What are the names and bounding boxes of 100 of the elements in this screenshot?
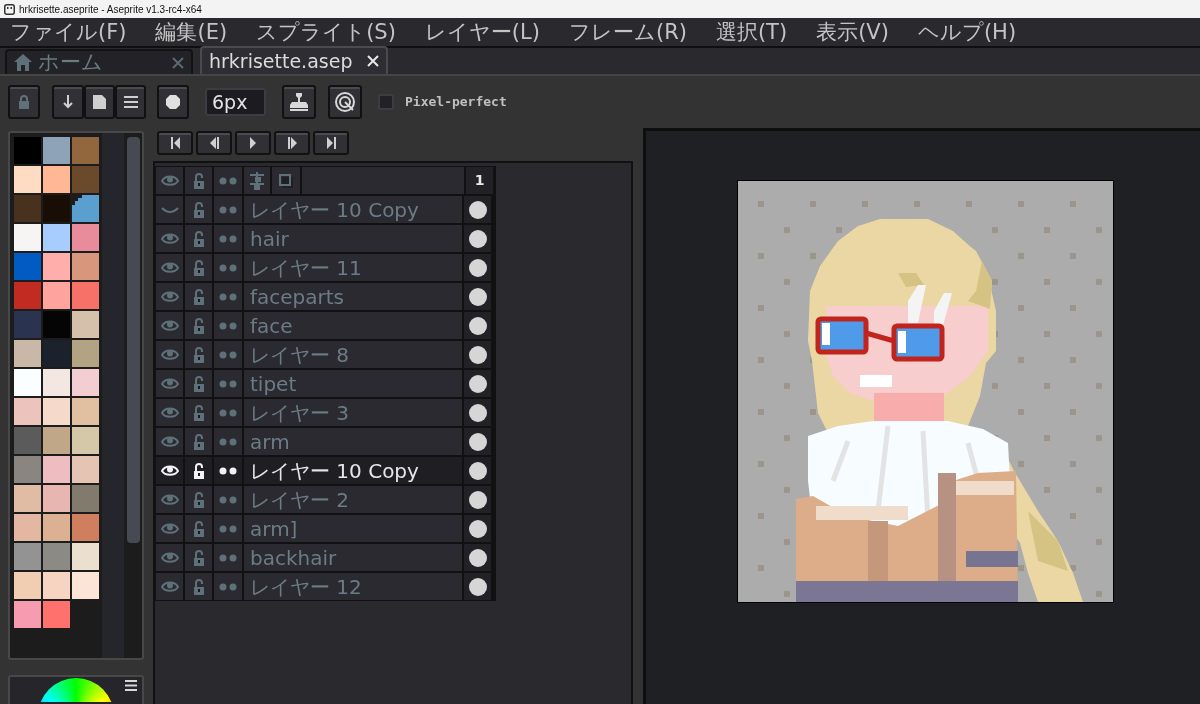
- lock-toggle[interactable]: [185, 428, 212, 455]
- layer-name[interactable]: レイヤー 12: [244, 573, 462, 600]
- color-swatch[interactable]: [43, 369, 70, 396]
- menu-item[interactable]: スプライト(S): [256, 21, 396, 43]
- sprite-canvas[interactable]: [738, 181, 1113, 602]
- color-swatch[interactable]: [14, 340, 41, 367]
- timeline-cel[interactable]: [464, 544, 491, 571]
- lock-toggle[interactable]: [185, 196, 212, 223]
- timeline-cel[interactable]: [464, 283, 491, 310]
- brush-shape-button[interactable]: [157, 85, 189, 119]
- pixel-perfect-checkbox[interactable]: [378, 94, 394, 110]
- layer-name[interactable]: レイヤー 3: [244, 399, 462, 426]
- play-button[interactable]: [235, 131, 271, 155]
- layer-name[interactable]: レイヤー 10 Copy: [244, 457, 462, 484]
- continuous-toggle[interactable]: [214, 457, 242, 484]
- stamp-button[interactable]: [282, 85, 316, 119]
- visibility-toggle[interactable]: [156, 544, 183, 571]
- tab[interactable]: hrkrisette.asep: [200, 46, 388, 74]
- visibility-toggle[interactable]: [156, 225, 183, 252]
- layer-name[interactable]: レイヤー 10 Copy: [244, 196, 462, 223]
- color-swatch[interactable]: [43, 282, 70, 309]
- timeline-cel[interactable]: [464, 399, 491, 426]
- color-swatch[interactable]: [72, 398, 99, 425]
- color-swatch[interactable]: [72, 311, 99, 338]
- layer-name[interactable]: レイヤー 2: [244, 486, 462, 513]
- continuous-toggle[interactable]: [214, 573, 242, 600]
- menu-item[interactable]: 表示(V): [816, 21, 889, 43]
- continuous-toggle[interactable]: [214, 486, 242, 513]
- timeline-cel[interactable]: [464, 486, 491, 513]
- layer-name[interactable]: レイヤー 8: [244, 341, 462, 368]
- timeline-cel[interactable]: [464, 457, 491, 484]
- lock-column-button[interactable]: [185, 167, 212, 194]
- continuous-toggle[interactable]: [214, 225, 242, 252]
- color-swatch[interactable]: [72, 282, 99, 309]
- visibility-toggle[interactable]: [156, 254, 183, 281]
- color-swatch[interactable]: [14, 485, 41, 512]
- color-swatch[interactable]: [72, 340, 99, 367]
- lock-toggle[interactable]: [185, 312, 212, 339]
- layer-name[interactable]: arm: [244, 428, 462, 455]
- color-swatch[interactable]: [14, 572, 41, 599]
- menu-item[interactable]: フレーム(R): [568, 21, 687, 43]
- lock-toggle[interactable]: [185, 573, 212, 600]
- visibility-toggle[interactable]: [156, 370, 183, 397]
- continuous-toggle[interactable]: [214, 254, 242, 281]
- visibility-toggle[interactable]: [156, 399, 183, 426]
- visibility-toggle[interactable]: [156, 515, 183, 542]
- color-swatch[interactable]: [43, 456, 70, 483]
- color-swatch[interactable]: [14, 311, 41, 338]
- lock-toggle[interactable]: [185, 283, 212, 310]
- timeline-cel[interactable]: [464, 341, 491, 368]
- lock-toggle[interactable]: [185, 254, 212, 281]
- lock-toggle[interactable]: [185, 370, 212, 397]
- lock-toggle[interactable]: [185, 399, 212, 426]
- lock-toggle[interactable]: [185, 486, 212, 513]
- layer-name[interactable]: tipet: [244, 370, 462, 397]
- continuous-toggle[interactable]: [214, 515, 242, 542]
- menu-item[interactable]: 編集(E): [155, 21, 228, 43]
- continuous-toggle[interactable]: [214, 283, 242, 310]
- color-swatch[interactable]: [43, 601, 70, 628]
- menu-item[interactable]: 選択(T): [715, 21, 788, 43]
- layer-name[interactable]: レイヤー 11: [244, 254, 462, 281]
- color-swatch[interactable]: [14, 166, 41, 193]
- scrollbar-thumb[interactable]: [127, 137, 140, 543]
- continuous-column-button[interactable]: [214, 167, 242, 194]
- menu-button[interactable]: [115, 85, 146, 119]
- visibility-toggle[interactable]: [156, 196, 183, 223]
- color-swatch[interactable]: [72, 514, 99, 541]
- layer-name[interactable]: faceparts: [244, 283, 462, 310]
- color-swatch[interactable]: [72, 543, 99, 570]
- page-button[interactable]: [84, 85, 115, 119]
- color-swatch[interactable]: [14, 282, 41, 309]
- visibility-toggle[interactable]: [156, 428, 183, 455]
- color-swatch[interactable]: [43, 224, 70, 251]
- color-swatch[interactable]: [72, 485, 99, 512]
- color-swatch[interactable]: [14, 224, 41, 251]
- visibility-toggle[interactable]: [156, 283, 183, 310]
- menu-icon[interactable]: [125, 680, 137, 691]
- last-frame-button[interactable]: [313, 131, 349, 155]
- timeline-cel[interactable]: [464, 225, 491, 252]
- continuous-toggle[interactable]: [214, 196, 242, 223]
- continuous-toggle[interactable]: [214, 399, 242, 426]
- color-swatch[interactable]: [72, 369, 99, 396]
- timeline-cel[interactable]: [464, 196, 491, 223]
- color-swatch[interactable]: [14, 456, 41, 483]
- first-frame-button[interactable]: [157, 131, 193, 155]
- menu-item[interactable]: レイヤー(L): [424, 21, 540, 43]
- color-swatch[interactable]: [14, 601, 41, 628]
- color-swatch[interactable]: [72, 456, 99, 483]
- timeline-cel[interactable]: [464, 370, 491, 397]
- color-swatch[interactable]: [43, 543, 70, 570]
- color-swatch[interactable]: [43, 398, 70, 425]
- continuous-toggle[interactable]: [214, 428, 242, 455]
- color-swatch[interactable]: [14, 427, 41, 454]
- color-swatch[interactable]: [72, 166, 99, 193]
- color-swatch[interactable]: [72, 572, 99, 599]
- timeline-cel[interactable]: [464, 312, 491, 339]
- color-swatch[interactable]: [14, 369, 41, 396]
- color-swatch[interactable]: [14, 195, 41, 222]
- visibility-toggle[interactable]: [156, 457, 183, 484]
- continuous-toggle[interactable]: [214, 544, 242, 571]
